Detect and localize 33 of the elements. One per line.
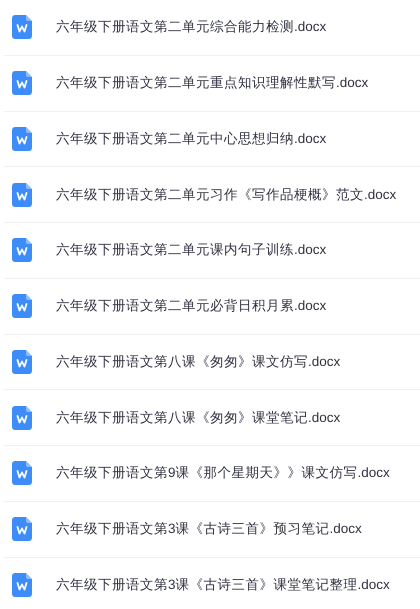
- file-row[interactable]: 六年级下册语文第二单元必背日积月累.docx: [4, 278, 420, 334]
- document-icon: [12, 572, 32, 597]
- document-icon: [12, 15, 32, 40]
- file-name: 六年级下册语文第3课《古诗三首》课堂笔记整理.docx: [56, 576, 390, 594]
- file-name: 六年级下册语文第二单元必背日积月累.docx: [56, 297, 326, 315]
- file-row[interactable]: 六年级下册语文第二单元课内句子训练.docx: [4, 223, 420, 279]
- file-row[interactable]: 六年级下册语文第二单元综合能力检测.docx: [4, 0, 420, 56]
- file-row[interactable]: 六年级下册语文第二单元重点知识理解性默写.docx: [4, 56, 420, 112]
- document-icon: [12, 350, 32, 374]
- document-icon: [12, 406, 32, 430]
- document-icon: [12, 182, 32, 207]
- document-icon: [12, 71, 32, 96]
- file-row[interactable]: 六年级下册语文第3课《古诗三首》课堂笔记整理.docx: [4, 558, 420, 609]
- file-row[interactable]: 六年级下册语文第八课《匆匆》课堂笔记.docx: [4, 390, 420, 446]
- file-row[interactable]: 六年级下册语文第9课《那个星期天》》课文仿写.docx: [4, 446, 420, 502]
- file-row[interactable]: 六年级下册语文第二单元中心思想归纳.docx: [4, 112, 420, 168]
- document-icon: [12, 517, 32, 542]
- file-name: 六年级下册语文第9课《那个星期天》》课文仿写.docx: [56, 464, 390, 482]
- document-icon: [12, 238, 32, 262]
- file-name: 六年级下册语文第八课《匆匆》课堂笔记.docx: [56, 408, 340, 426]
- file-row[interactable]: 六年级下册语文第八课《匆匆》课文仿写.docx: [4, 334, 420, 390]
- file-name: 六年级下册语文第3课《古诗三首》预习笔记.docx: [56, 520, 362, 538]
- file-name: 六年级下册语文第二单元习作《写作品梗概》范文.docx: [56, 186, 396, 204]
- file-name: 六年级下册语文第二单元课内句子训练.docx: [56, 241, 326, 260]
- document-icon: [12, 294, 32, 318]
- file-name: 六年级下册语文第二单元综合能力检测.docx: [56, 18, 326, 36]
- file-name: 六年级下册语文第二单元中心思想归纳.docx: [56, 130, 326, 148]
- file-row[interactable]: 六年级下册语文第3课《古诗三首》预习笔记.docx: [4, 502, 420, 558]
- document-icon: [12, 126, 32, 151]
- document-icon: [12, 461, 32, 486]
- file-name: 六年级下册语文第八课《匆匆》课文仿写.docx: [56, 352, 340, 371]
- file-name: 六年级下册语文第二单元重点知识理解性默写.docx: [56, 74, 368, 92]
- file-row[interactable]: 六年级下册语文第二单元习作《写作品梗概》范文.docx: [4, 167, 420, 223]
